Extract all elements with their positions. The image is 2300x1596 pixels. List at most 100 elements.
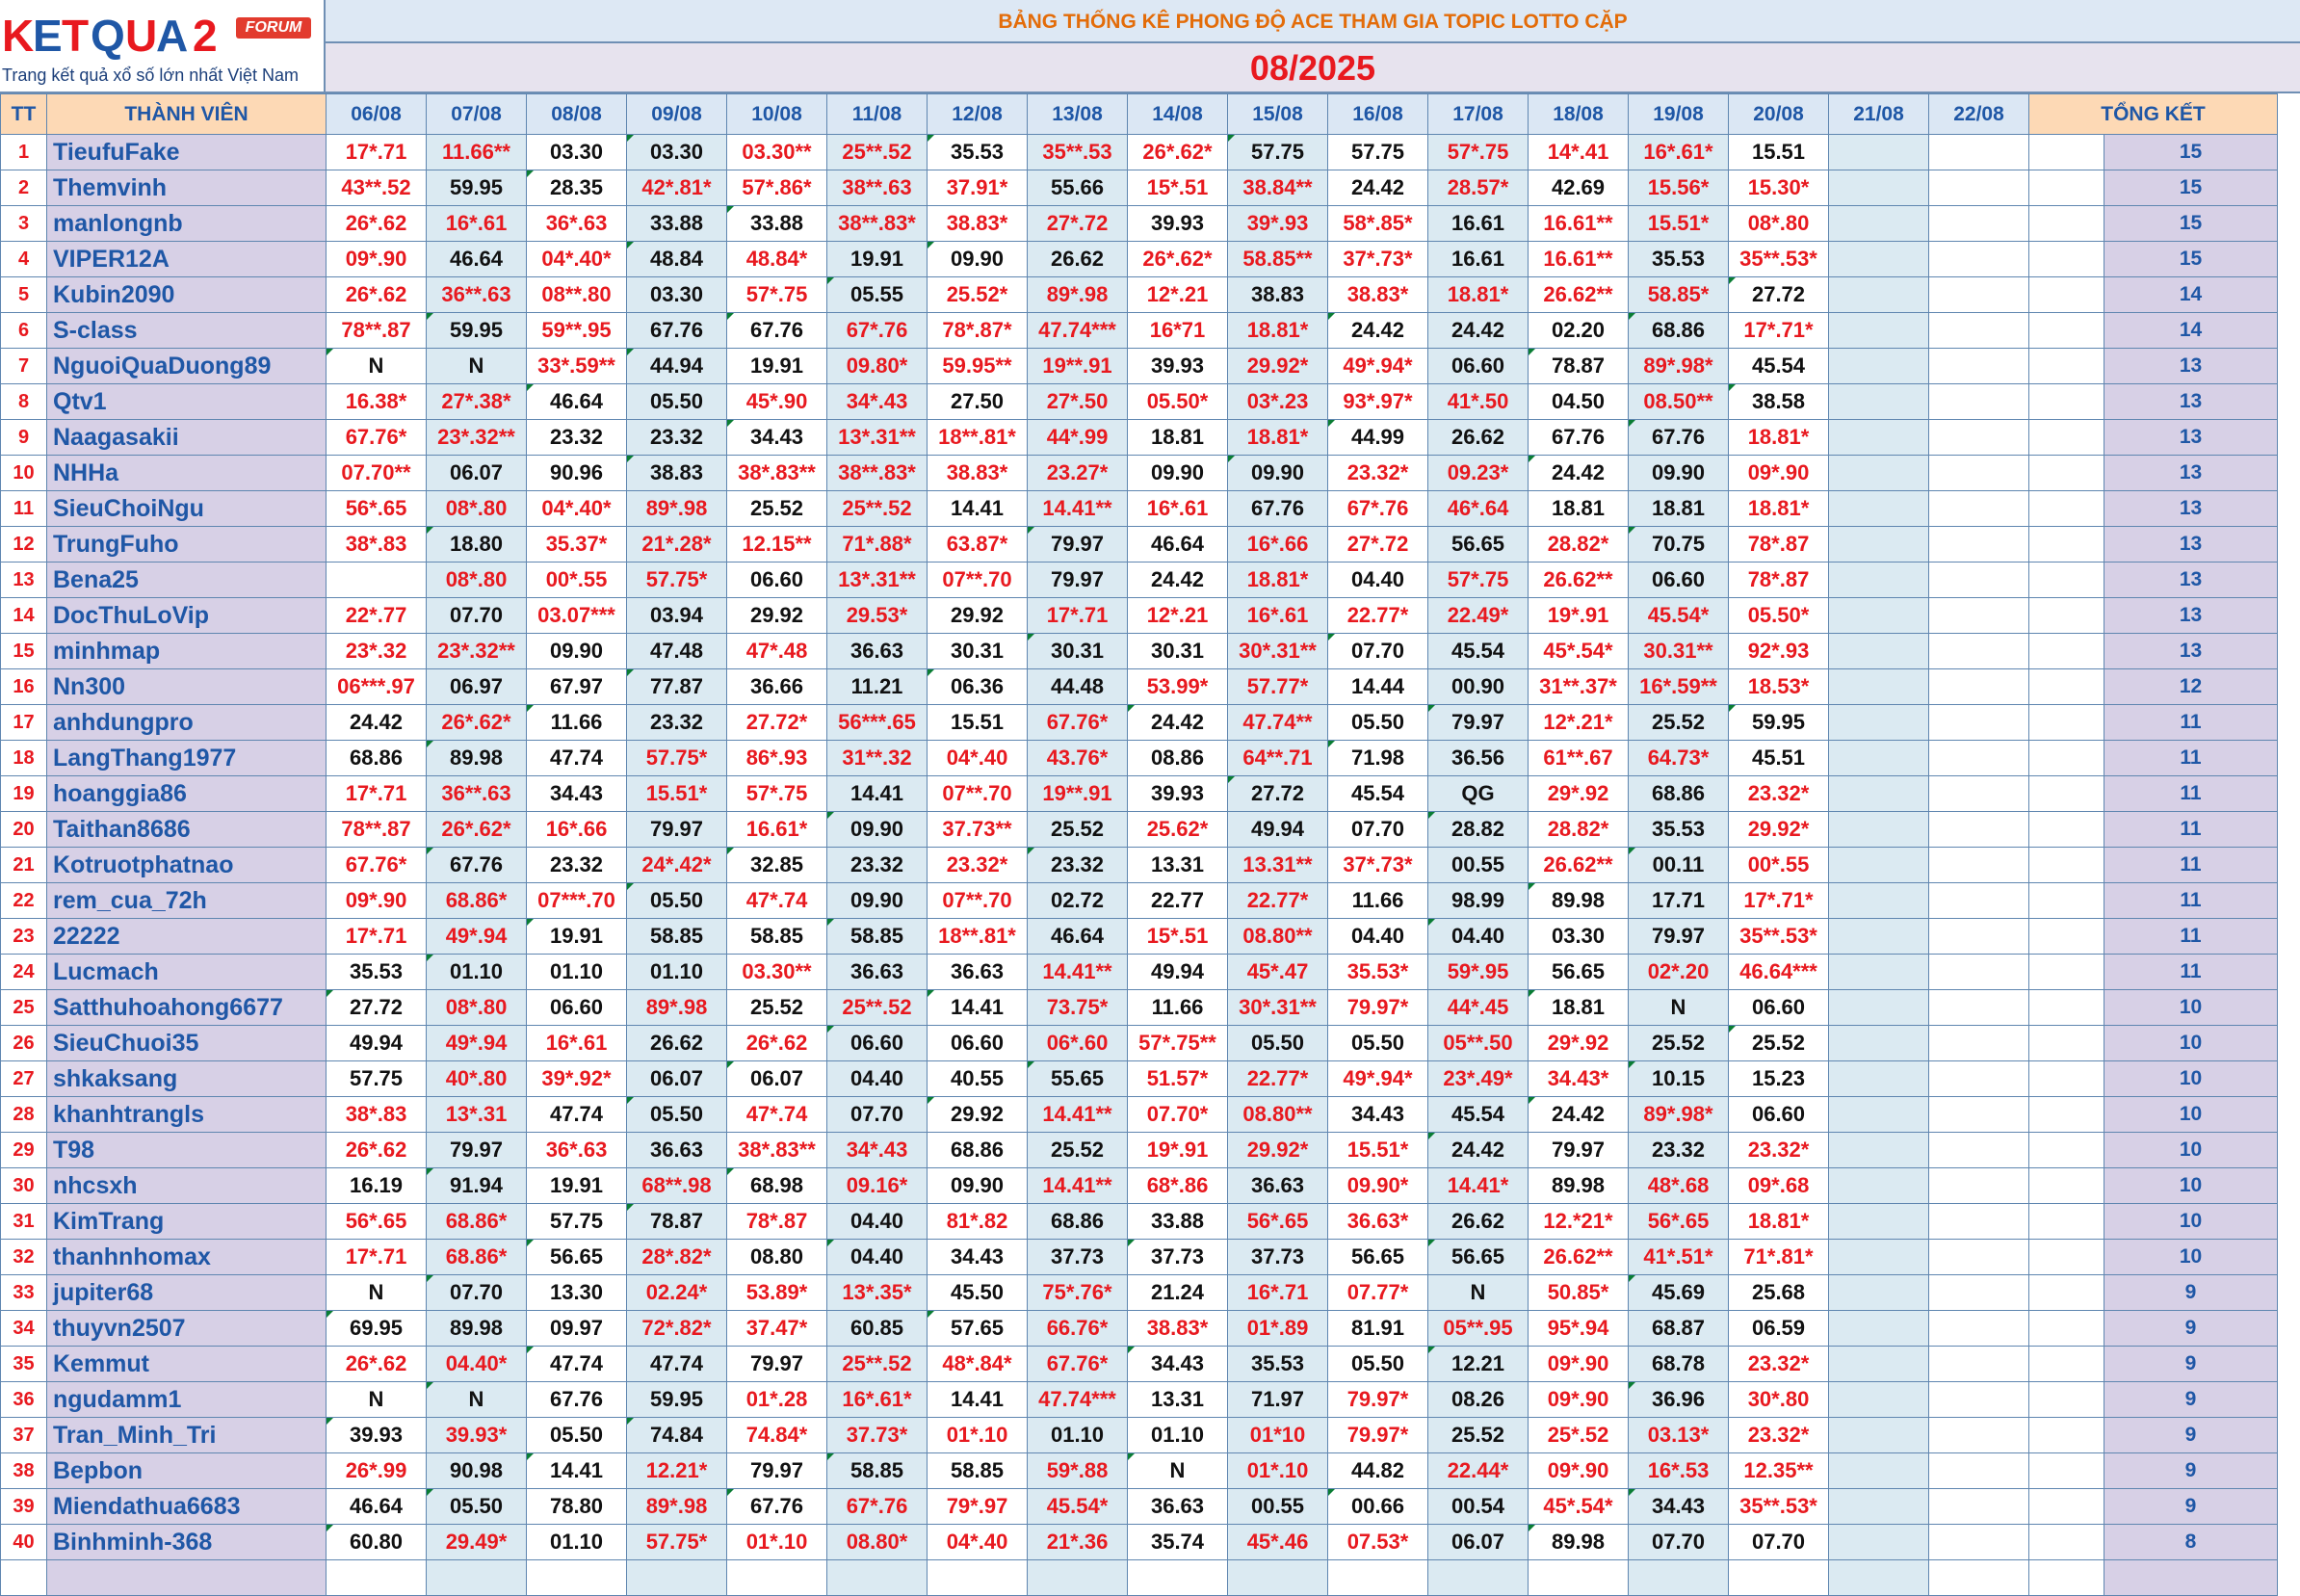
member-name[interactable]: Qtv1 — [46, 383, 327, 420]
result-cell — [1928, 597, 2029, 634]
result-cell — [1828, 1274, 1929, 1311]
member-name[interactable]: Lucmach — [46, 954, 327, 990]
member-name[interactable]: jupiter68 — [46, 1274, 327, 1311]
result-cell: 15.51* — [626, 775, 727, 812]
result-cell: 58*.85* — [1327, 205, 1428, 242]
member-name[interactable]: SieuChoiNgu — [46, 490, 327, 527]
member-name[interactable]: NguoiQuaDuong89 — [46, 348, 327, 384]
member-name[interactable]: SieuChuoi35 — [46, 1025, 327, 1061]
member-name[interactable]: ngudamm1 — [46, 1381, 327, 1418]
table-row: 38 Bepbon 26*.99 90.98 14.41 12.21* 79.97 58.85… — [0, 1452, 2278, 1489]
member-name[interactable]: Tran_Minh_Tri — [46, 1417, 327, 1453]
member-name[interactable]: VIPER12A — [46, 241, 327, 277]
member-name[interactable]: KimTrang — [46, 1203, 327, 1240]
result-cell: 04*.40 — [927, 740, 1028, 776]
result-cell: 30*.31** — [1227, 989, 1328, 1026]
member-name[interactable]: shkaksang — [46, 1060, 327, 1097]
member-name[interactable]: manlongnb — [46, 205, 327, 242]
member-name[interactable]: Satthuhoahong6677 — [46, 989, 327, 1026]
result-cell: 09*.90 — [1528, 1346, 1629, 1382]
member-name[interactable]: thuyvn2507 — [46, 1310, 327, 1347]
result-cell: 36.63* — [1327, 1203, 1428, 1240]
result-cell: 25**.52 — [826, 1346, 928, 1382]
result-cell: 67.76* — [1027, 704, 1128, 741]
ketqua2-logo[interactable]: KETQUA2 FORUM Trang kết quả xổ số lớn nh… — [0, 0, 326, 93]
result-cell: 07.70 — [1628, 1524, 1729, 1560]
result-cell: 08.80** — [1227, 918, 1328, 955]
result-cell: 59*.95 — [1427, 954, 1529, 990]
result-cell: 36.63 — [826, 954, 928, 990]
result-cell: 18.81 — [1528, 989, 1629, 1026]
member-name[interactable]: Kemmut — [46, 1346, 327, 1382]
total-spacer — [2028, 526, 2104, 563]
member-name[interactable]: hoanggia86 — [46, 775, 327, 812]
sheet-title: BẢNG THỐNG KÊ PHONG ĐỘ ACE THAM GIA TOPI… — [326, 0, 2300, 43]
result-cell: 08.86 — [1127, 740, 1228, 776]
member-name[interactable]: NHHa — [46, 455, 327, 491]
member-name[interactable]: Taithan8686 — [46, 811, 327, 848]
member-name[interactable]: Nn300 — [46, 668, 327, 705]
result-cell: 42*.81* — [626, 170, 727, 206]
total-count: 9 — [2104, 1310, 2278, 1347]
result-cell — [1928, 419, 2029, 456]
result-cell: 16.61* — [726, 811, 827, 848]
member-name[interactable]: rem_cua_72h — [46, 882, 327, 919]
member-name[interactable]: LangThang1977 — [46, 740, 327, 776]
member-name[interactable]: khanhtrangls — [46, 1096, 327, 1133]
result-cell: 07.70 — [426, 597, 527, 634]
member-name[interactable]: Naagasakii — [46, 419, 327, 456]
member-name[interactable]: T98 — [46, 1132, 327, 1168]
result-cell: 18.81* — [1227, 419, 1328, 456]
member-name[interactable]: DocThuLoVip — [46, 597, 327, 634]
total-spacer — [2028, 1452, 2104, 1489]
member-name[interactable]: TieufuFake — [46, 134, 327, 170]
member-name[interactable]: thanhnhomax — [46, 1239, 327, 1275]
result-cell: 11.66** — [426, 134, 527, 170]
member-name[interactable]: S-class — [46, 312, 327, 349]
result-cell — [1828, 1381, 1929, 1418]
member-name[interactable]: anhdungpro — [46, 704, 327, 741]
member-name[interactable]: Themvinh — [46, 170, 327, 206]
result-cell: 49*.94 — [426, 918, 527, 955]
result-cell: 03.30** — [726, 134, 827, 170]
total-count: 14 — [2104, 276, 2278, 313]
result-cell: 18.81* — [1728, 419, 1829, 456]
result-cell — [1828, 989, 1929, 1026]
member-name[interactable]: Kubin2090 — [46, 276, 327, 313]
member-name[interactable]: Binhminh-368 — [46, 1524, 327, 1560]
result-cell: 16.61** — [1528, 241, 1629, 277]
result-cell: 44*.99 — [1027, 419, 1128, 456]
member-name[interactable]: Miendathua6683 — [46, 1488, 327, 1525]
member-name[interactable]: 22222 — [46, 918, 327, 955]
total-spacer — [2028, 170, 2104, 206]
result-cell: 01.10 — [526, 954, 627, 990]
result-cell: 39.93* — [426, 1417, 527, 1453]
result-cell: 18.81* — [1728, 1203, 1829, 1240]
total-spacer — [2028, 775, 2104, 812]
result-cell: 29.92 — [927, 1096, 1028, 1133]
result-cell: 11.66 — [526, 704, 627, 741]
result-cell: 13*.31** — [826, 419, 928, 456]
member-name[interactable]: TrungFuho — [46, 526, 327, 563]
result-cell: 07.70 — [1327, 633, 1428, 669]
result-cell: 71.98 — [1327, 740, 1428, 776]
total-spacer — [2028, 1167, 2104, 1204]
result-cell: 06.60 — [726, 562, 827, 598]
member-name[interactable]: Bena25 — [46, 562, 327, 598]
table-row: 2 Themvinh 43**.52 59.95 28.35 42*.81* 57*.86*… — [0, 170, 2278, 206]
result-cell: 46.64 — [526, 383, 627, 420]
total-spacer — [2028, 954, 2104, 990]
result-cell — [1928, 954, 2029, 990]
total-count: 10 — [2104, 1025, 2278, 1061]
result-cell: 26.62 — [1027, 241, 1128, 277]
member-name[interactable]: nhcsxh — [46, 1167, 327, 1204]
result-cell: 57.77* — [1227, 668, 1328, 705]
result-cell — [1828, 490, 1929, 527]
member-name[interactable]: Bepbon — [46, 1452, 327, 1489]
row-number: 30 — [0, 1167, 47, 1204]
result-cell: 28.82* — [1528, 526, 1629, 563]
result-cell: 18.81 — [1528, 490, 1629, 527]
member-name[interactable]: Kotruotphatnao — [46, 847, 327, 883]
member-name[interactable]: minhmap — [46, 633, 327, 669]
table-row: 28 khanhtrangls 38*.83 13*.31 47.74 05.50 47*.… — [0, 1096, 2278, 1133]
